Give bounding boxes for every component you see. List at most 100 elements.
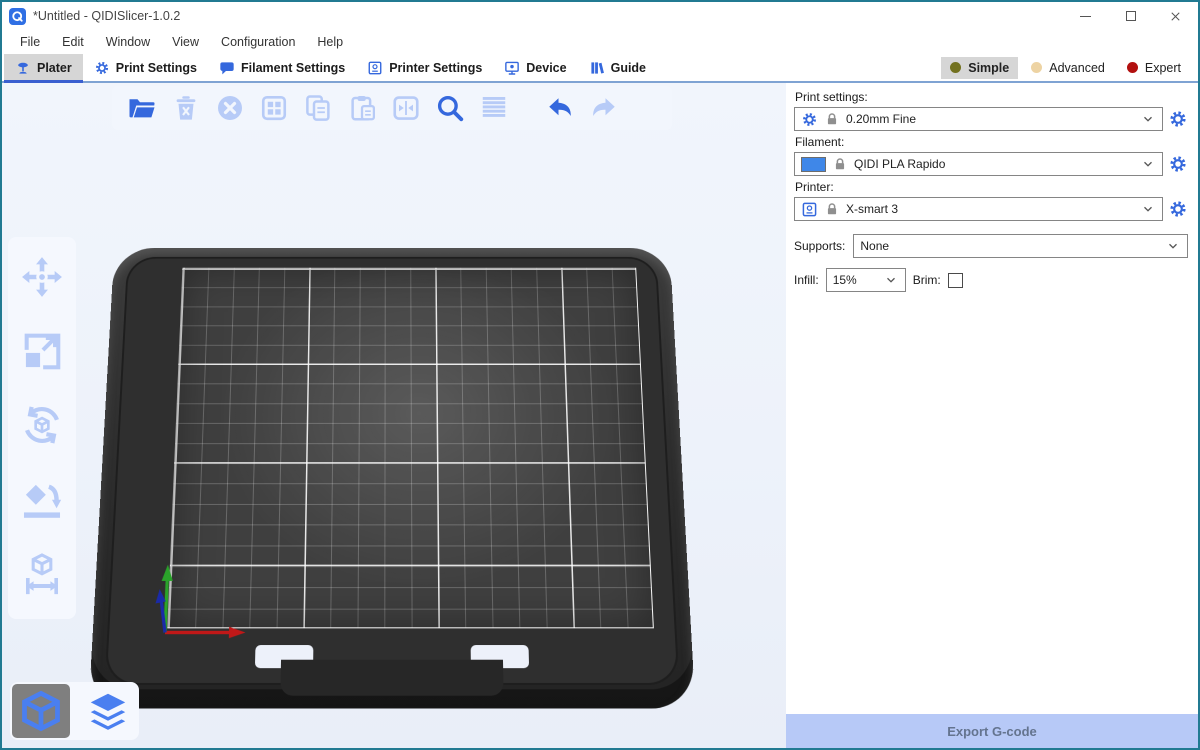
maximize-button[interactable] bbox=[1108, 2, 1153, 30]
mode-advanced[interactable]: Advanced bbox=[1022, 57, 1114, 79]
mode-selector: Simple Advanced Expert bbox=[941, 54, 1198, 81]
app-window: *Untitled - QIDISlicer-1.0.2 File Edit W… bbox=[0, 0, 1200, 750]
window-title: *Untitled - QIDISlicer-1.0.2 bbox=[33, 9, 180, 23]
maximize-icon bbox=[1126, 11, 1136, 21]
tab-label: Filament Settings bbox=[241, 61, 345, 75]
bed-handle bbox=[280, 660, 503, 696]
tab-bar: Plater Print Settings Filament Settings … bbox=[2, 54, 1198, 83]
paste-icon bbox=[347, 93, 377, 123]
preview-layers-view-button[interactable] bbox=[79, 684, 137, 738]
undo-button[interactable] bbox=[544, 93, 575, 124]
simple-mode-dot-icon bbox=[950, 62, 961, 73]
printer-select[interactable]: X-smart 3 bbox=[794, 197, 1163, 221]
undo-icon bbox=[545, 93, 575, 123]
tab-plater[interactable]: Plater bbox=[4, 54, 83, 81]
redo-button[interactable] bbox=[588, 93, 619, 124]
close-icon bbox=[1168, 9, 1183, 24]
tab-label: Print Settings bbox=[116, 61, 197, 75]
search-button[interactable] bbox=[434, 93, 465, 124]
filament-select[interactable]: QIDI PLA Rapido bbox=[794, 152, 1163, 176]
tab-print-settings[interactable]: Print Settings bbox=[83, 54, 208, 81]
move-tool-button[interactable] bbox=[19, 254, 65, 305]
export-gcode-button[interactable]: Export G-code bbox=[786, 714, 1198, 748]
menu-file[interactable]: File bbox=[10, 32, 50, 52]
open-project-button[interactable] bbox=[126, 93, 157, 124]
rotate-icon bbox=[19, 402, 65, 448]
scale-icon bbox=[19, 328, 65, 374]
delete-all-button[interactable] bbox=[214, 93, 245, 124]
printer-label: Printer: bbox=[795, 180, 1188, 194]
split-icon bbox=[391, 93, 421, 123]
search-icon bbox=[435, 93, 465, 123]
3d-viewport[interactable] bbox=[2, 83, 786, 748]
copy-button[interactable] bbox=[302, 93, 333, 124]
menu-bar: File Edit Window View Configuration Help bbox=[2, 30, 1198, 54]
lock-icon bbox=[825, 202, 839, 216]
redo-icon bbox=[589, 93, 619, 123]
delete-icon bbox=[171, 93, 201, 123]
minimize-button[interactable] bbox=[1063, 2, 1108, 30]
supports-select[interactable]: None bbox=[853, 234, 1188, 258]
gear-icon bbox=[1168, 109, 1188, 129]
filament-icon bbox=[219, 60, 235, 76]
filament-value: QIDI PLA Rapido bbox=[854, 157, 945, 171]
mode-expert[interactable]: Expert bbox=[1118, 57, 1190, 79]
tab-label: Guide bbox=[611, 61, 646, 75]
arrange-icon bbox=[259, 93, 289, 123]
menu-configuration[interactable]: Configuration bbox=[211, 32, 305, 52]
tab-filament-settings[interactable]: Filament Settings bbox=[208, 54, 356, 81]
3d-editor-view-button[interactable] bbox=[12, 684, 70, 738]
tab-guide[interactable]: Guide bbox=[578, 54, 657, 81]
scale-tool-button[interactable] bbox=[19, 328, 65, 379]
menu-view[interactable]: View bbox=[162, 32, 209, 52]
expert-mode-dot-icon bbox=[1127, 62, 1138, 73]
infill-label: Infill: bbox=[794, 273, 819, 287]
rotate-tool-button[interactable] bbox=[19, 402, 65, 453]
lock-icon bbox=[825, 112, 839, 126]
qidislicer-logo-icon bbox=[9, 8, 26, 25]
brim-checkbox[interactable] bbox=[948, 273, 963, 288]
paste-button[interactable] bbox=[346, 93, 377, 124]
edit-printer-button[interactable] bbox=[1168, 199, 1188, 219]
close-button[interactable] bbox=[1153, 2, 1198, 30]
advanced-mode-dot-icon bbox=[1031, 62, 1042, 73]
variable-layer-height-icon bbox=[479, 93, 509, 123]
supports-label: Supports: bbox=[794, 239, 845, 253]
supports-value: None bbox=[860, 239, 889, 253]
delete-button[interactable] bbox=[170, 93, 201, 124]
variable-layer-height-button[interactable] bbox=[478, 93, 509, 124]
tab-device[interactable]: Device bbox=[493, 54, 577, 81]
open-folder-icon bbox=[127, 93, 157, 123]
filament-color-swatch bbox=[801, 157, 826, 172]
mode-label: Advanced bbox=[1049, 61, 1105, 75]
gear-icon bbox=[94, 60, 110, 76]
print-settings-select[interactable]: 0.20mm Fine bbox=[794, 107, 1163, 131]
menu-window[interactable]: Window bbox=[96, 32, 160, 52]
chevron-down-icon bbox=[1141, 202, 1155, 216]
infill-value: 15% bbox=[833, 273, 857, 287]
brim-label: Brim: bbox=[913, 273, 941, 287]
print-bed bbox=[89, 248, 696, 709]
export-gcode-label: Export G-code bbox=[947, 724, 1037, 739]
place-on-face-tool-button[interactable] bbox=[19, 476, 65, 527]
preview-layers-icon bbox=[86, 689, 130, 733]
edit-filament-button[interactable] bbox=[1168, 154, 1188, 174]
copy-icon bbox=[303, 93, 333, 123]
settings-sidebar: Print settings: 0.20mm Fine Filament: QI… bbox=[786, 83, 1198, 748]
menu-edit[interactable]: Edit bbox=[52, 32, 94, 52]
guide-icon bbox=[589, 60, 605, 76]
chevron-down-icon bbox=[1166, 239, 1180, 253]
tab-label: Device bbox=[526, 61, 566, 75]
tab-printer-settings[interactable]: Printer Settings bbox=[356, 54, 493, 81]
place-on-face-icon bbox=[19, 476, 65, 522]
chevron-down-icon bbox=[1141, 112, 1155, 126]
mode-simple[interactable]: Simple bbox=[941, 57, 1018, 79]
split-button[interactable] bbox=[390, 93, 421, 124]
infill-select[interactable]: 15% bbox=[826, 268, 906, 292]
edit-print-settings-button[interactable] bbox=[1168, 109, 1188, 129]
tab-label: Plater bbox=[37, 61, 72, 75]
arrange-button[interactable] bbox=[258, 93, 289, 124]
measure-tool-button[interactable] bbox=[19, 550, 65, 601]
menu-help[interactable]: Help bbox=[307, 32, 353, 52]
move-icon bbox=[19, 254, 65, 300]
